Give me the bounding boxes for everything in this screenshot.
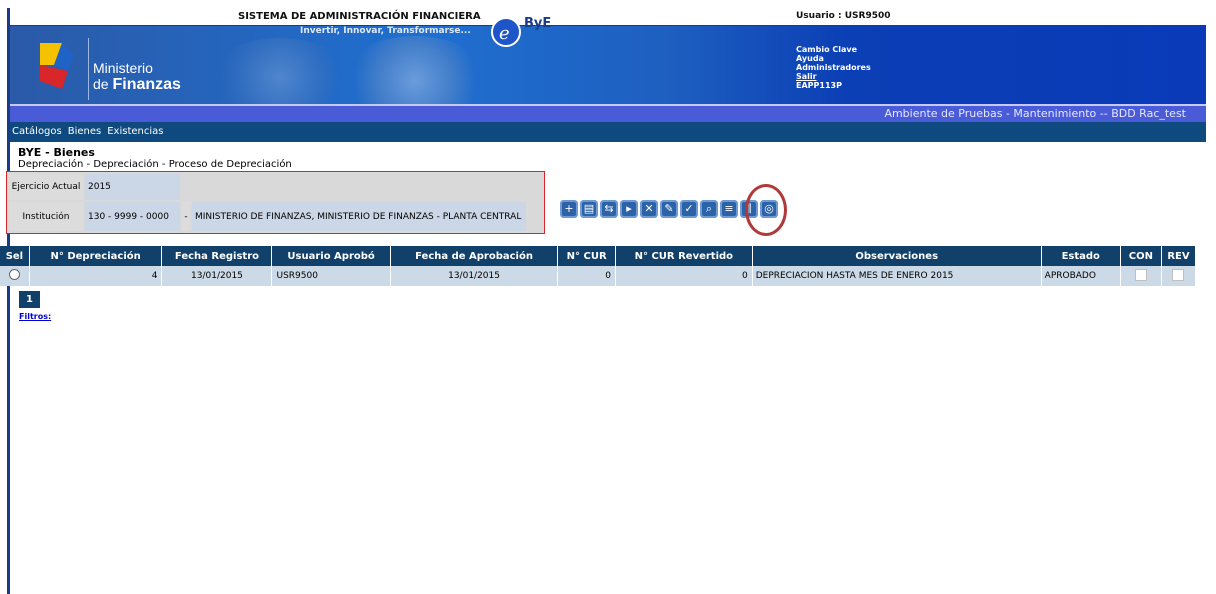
cell-usuario: USR9500 <box>271 266 391 286</box>
divider <box>88 38 89 100</box>
col-rev[interactable]: REV <box>1161 246 1197 266</box>
ejercicio-label: Ejercicio Actual <box>9 174 83 200</box>
row-select-radio[interactable] <box>0 266 30 286</box>
con-checkbox[interactable] <box>1120 266 1162 286</box>
top-bar <box>10 8 1206 26</box>
cell-cur: 0 <box>557 266 616 286</box>
menu-bienes[interactable]: Bienes <box>68 126 102 137</box>
institucion-label: Institución <box>9 202 83 231</box>
col-num-depreciacion[interactable]: N° Depreciación <box>29 246 163 266</box>
col-sel[interactable]: Sel <box>0 246 30 266</box>
transfer-icon[interactable]: ⇆ <box>600 200 618 218</box>
save-doc-icon[interactable]: ▤ <box>580 200 598 218</box>
cell-estado: APROBADO <box>1041 266 1121 286</box>
gear-graphic <box>210 38 350 104</box>
app-header: SISTEMA DE ADMINISTRACIÓN FINANCIERA Usu… <box>10 8 1206 104</box>
new-doc-icon[interactable]: + <box>560 200 578 218</box>
next-doc-icon[interactable]: ▸ <box>620 200 638 218</box>
col-con[interactable]: CON <box>1120 246 1162 266</box>
approve-doc-icon[interactable]: ✓ <box>680 200 698 218</box>
salir-link[interactable]: Salir <box>796 72 871 81</box>
col-fecha-aprobacion[interactable]: Fecha de Aprobación <box>390 246 559 266</box>
col-usuario-aprobo[interactable]: Usuario Aprobó <box>271 246 391 266</box>
delete-doc-icon[interactable]: ✕ <box>640 200 658 218</box>
col-cur-revertido[interactable]: N° CUR Revertido <box>615 246 753 266</box>
ecuador-logo-icon <box>40 43 74 89</box>
edit-doc-icon[interactable]: ✎ <box>660 200 678 218</box>
col-fecha-registro[interactable]: Fecha Registro <box>161 246 273 266</box>
administradores-link[interactable]: Administradores <box>796 63 871 72</box>
app-code: EAPP113P <box>796 81 842 90</box>
ministerio-text: Ministerio de Finanzas <box>93 60 181 93</box>
menu-catalogos[interactable]: Catálogos <box>12 126 62 137</box>
system-title: SISTEMA DE ADMINISTRACIÓN FINANCIERA <box>238 11 481 22</box>
search-doc-icon[interactable]: ⌕ <box>700 200 718 218</box>
environment-bar: Ambiente de Pruebas - Mantenimiento -- B… <box>10 104 1206 122</box>
cambio-clave-link[interactable]: Cambio Clave <box>796 45 871 54</box>
svg-text:e: e <box>499 23 510 44</box>
table-header: Sel N° Depreciación Fecha Registro Usuar… <box>0 246 1197 266</box>
filtros-link[interactable]: Filtros: <box>19 312 51 321</box>
institucion-name: MINISTERIO DE FINANZAS, MINISTERIO DE FI… <box>192 202 526 231</box>
cell-observaciones: DEPRECIACION HASTA MES DE ENERO 2015 <box>752 266 1042 286</box>
ayuda-link[interactable]: Ayuda <box>796 54 871 63</box>
svg-text:ByE: ByE <box>524 16 551 31</box>
user-menu: Cambio Clave Ayuda Administradores Salir… <box>796 45 871 90</box>
cell-num-depreciacion: 4 <box>29 266 163 286</box>
slogan: Invertir, Innovar, Transformarse... <box>300 26 471 36</box>
ejercicio-value: 2015 <box>85 174 180 200</box>
gear-graphic <box>340 36 490 104</box>
page: SISTEMA DE ADMINISTRACIÓN FINANCIERA Usu… <box>10 8 1206 170</box>
rev-checkbox[interactable] <box>1161 266 1197 286</box>
institucion-code: 130 - 9999 - 0000 <box>85 202 180 231</box>
bye-logo: e ByE <box>491 16 551 47</box>
col-observaciones[interactable]: Observaciones <box>752 246 1042 266</box>
cell-cur-revertido: 0 <box>615 266 753 286</box>
col-estado[interactable]: Estado <box>1041 246 1121 266</box>
print-icon[interactable]: ≡ <box>720 200 738 218</box>
depreciation-table: Sel N° Depreciación Fecha Registro Usuar… <box>0 246 1197 286</box>
page-title: BYE - Bienes <box>18 146 95 159</box>
user-label: Usuario : USR9500 <box>796 11 891 21</box>
cell-fecha-registro: 13/01/2015 <box>161 266 273 286</box>
col-cur[interactable]: N° CUR <box>557 246 616 266</box>
highlight-circle <box>745 184 787 236</box>
menu-existencias[interactable]: Existencias <box>107 126 163 137</box>
breadcrumb: Depreciación - Depreciación - Proceso de… <box>18 159 292 170</box>
institucion-separator: - <box>182 202 190 231</box>
cell-fecha-aprobacion: 13/01/2015 <box>390 266 559 286</box>
info-panel: Ejercicio Actual 2015 Institución 130 - … <box>6 171 545 234</box>
table-row[interactable]: 4 13/01/2015 USR9500 13/01/2015 0 0 DEPR… <box>0 266 1197 286</box>
page-1-button[interactable]: 1 <box>19 291 40 308</box>
main-menu: Catálogos Bienes Existencias <box>10 122 1206 142</box>
